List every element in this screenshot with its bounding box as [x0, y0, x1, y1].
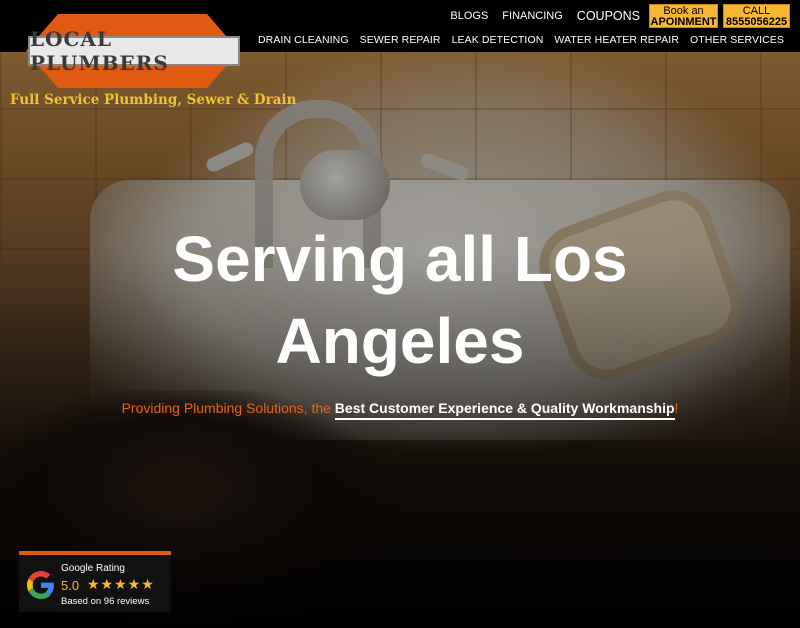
- headline-line1: Serving all Los: [172, 223, 628, 295]
- sub-prefix: Providing Plumbing Solutions, the: [121, 400, 335, 416]
- nav-drain-cleaning[interactable]: DRAIN CLEANING: [258, 34, 349, 46]
- blogs-link[interactable]: BLOGS: [450, 10, 488, 22]
- nav-sewer-repair[interactable]: SEWER REPAIR: [360, 34, 441, 46]
- sub-suffix: !: [674, 400, 679, 416]
- rating-score: 5.0: [61, 578, 80, 593]
- call-button[interactable]: CALL 8555056225: [723, 4, 790, 28]
- hero-subheadline: Providing Plumbing Solutions, the Best C…: [0, 400, 800, 420]
- rating-title: Google Rating: [61, 563, 125, 574]
- call-line2: 8555056225: [725, 16, 788, 28]
- sub-highlight: Best Customer Experience & Quality Workm…: [334, 400, 675, 420]
- main-nav: DRAIN CLEANING SEWER REPAIR LEAK DETECTI…: [258, 34, 784, 46]
- financing-link[interactable]: FINANCING: [502, 10, 563, 22]
- logo-text: LOCAL PLUMBERS: [30, 27, 169, 75]
- logo-band: LOCAL PLUMBERS: [28, 27, 240, 75]
- coupons-link[interactable]: COUPONS: [577, 9, 640, 23]
- nav-other-services[interactable]: OTHER SERVICES: [690, 34, 784, 46]
- tagline: Full Service Plumbing, Sewer & Drain: [10, 92, 297, 108]
- nav-leak-detection[interactable]: LEAK DETECTION: [452, 34, 544, 46]
- rating-stars: ★★★★★: [87, 576, 155, 592]
- nav-water-heater-repair[interactable]: WATER HEATER REPAIR: [554, 34, 679, 46]
- book-line2: APOINMENT: [650, 16, 717, 28]
- google-g-icon: [27, 571, 54, 599]
- headline-line2: Angeles: [275, 305, 525, 377]
- google-rating-card[interactable]: Google Rating 5.0 ★★★★★ Based on 96 revi…: [19, 551, 171, 612]
- top-links: BLOGS FINANCING COUPONS: [450, 9, 640, 23]
- rating-count: Based on 96 reviews: [61, 596, 150, 607]
- hero-headline: Serving all Los Angeles: [0, 218, 800, 382]
- book-appointment-button[interactable]: Book an APOINMENT: [649, 4, 718, 28]
